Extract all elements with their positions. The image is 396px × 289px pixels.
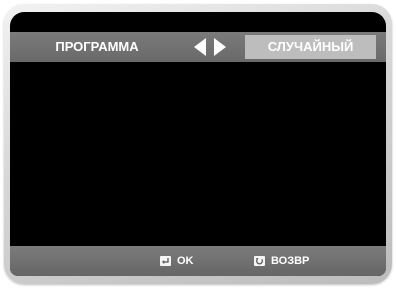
triangle-right-icon[interactable]: [214, 38, 226, 56]
return-button[interactable]: ВОЗВР: [254, 246, 309, 276]
ok-label: OK: [177, 255, 194, 267]
program-value[interactable]: СЛУЧАЙНЫЙ: [245, 35, 376, 59]
enter-key-icon: [160, 256, 171, 266]
return-key-icon: [254, 256, 265, 266]
program-setting-row[interactable]: ПРОГРАММА СЛУЧАЙНЫЙ: [10, 32, 386, 62]
osd-screen: ПРОГРАММА СЛУЧАЙНЫЙ OK ВОЗВР: [10, 12, 386, 276]
value-selector-arrows[interactable]: [194, 38, 234, 56]
ok-button[interactable]: OK: [160, 246, 194, 276]
triangle-left-icon[interactable]: [194, 38, 206, 56]
footer-bar: OK ВОЗВР: [10, 246, 386, 276]
program-label: ПРОГРАММА: [55, 39, 139, 54]
return-label: ВОЗВР: [271, 255, 310, 267]
